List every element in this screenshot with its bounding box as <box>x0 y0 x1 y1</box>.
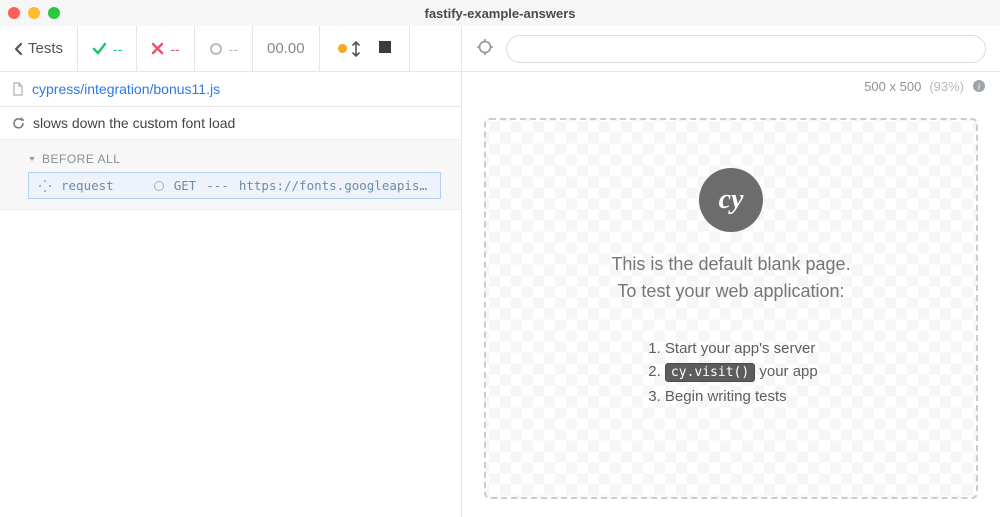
blank-page-line1: This is the default blank page. <box>611 254 850 275</box>
check-icon <box>92 41 107 56</box>
spinner-icon <box>39 180 51 192</box>
dot-icon <box>338 44 347 53</box>
passed-value: -- <box>113 41 122 57</box>
back-to-tests-button[interactable]: Tests <box>0 26 78 71</box>
traffic-lights <box>8 7 60 19</box>
test-runner-pane: Tests -- -- -- 00.00 <box>0 26 462 517</box>
info-icon: i <box>972 79 986 93</box>
command-url: https://fonts.googleapis… <box>239 178 427 193</box>
code-pill: cy.visit() <box>665 363 755 382</box>
caret-down-icon <box>28 155 36 163</box>
minimize-window-button[interactable] <box>28 7 40 19</box>
autoscroll-toggle[interactable] <box>338 41 361 57</box>
spec-file-row[interactable]: cypress/integration/bonus11.js <box>0 72 461 107</box>
test-title: slows down the custom font load <box>33 115 235 131</box>
back-label: Tests <box>28 40 63 57</box>
failed-value: -- <box>170 41 179 57</box>
passed-count: -- <box>78 26 137 71</box>
command-row-request[interactable]: request GET --- https://fonts.googleapis… <box>28 172 441 199</box>
selector-playground-button[interactable] <box>476 38 494 59</box>
stop-icon <box>379 41 391 53</box>
circle-icon <box>154 181 164 191</box>
arrows-vertical-icon <box>351 41 361 57</box>
step-2: cy.visit() your app <box>648 363 818 382</box>
refresh-icon <box>12 117 25 130</box>
crosshair-icon <box>476 38 494 56</box>
stop-button[interactable] <box>379 41 391 56</box>
window-titlebar: fastify-example-answers <box>0 0 1000 26</box>
window-title: fastify-example-answers <box>8 6 992 21</box>
command-name: request <box>61 178 114 193</box>
failed-count: -- <box>137 26 194 71</box>
preview-area: cy This is the default blank page. To te… <box>462 100 1000 517</box>
blank-page-placeholder: cy This is the default blank page. To te… <box>484 118 978 499</box>
test-duration: 00.00 <box>253 26 320 71</box>
hook-before-all[interactable]: BEFORE ALL <box>0 144 461 172</box>
app-preview-pane: 500 x 500 (93%) i cy This is the default… <box>462 26 1000 517</box>
pending-value: -- <box>229 41 238 57</box>
file-icon <box>12 82 24 96</box>
hook-label: BEFORE ALL <box>42 152 120 166</box>
x-icon <box>151 42 164 55</box>
close-window-button[interactable] <box>8 7 20 19</box>
runner-toolbar: Tests -- -- -- 00.00 <box>0 26 461 72</box>
chevron-left-icon <box>14 42 24 56</box>
circle-icon <box>209 42 223 56</box>
url-input[interactable] <box>506 35 986 63</box>
viewport-scale: (93%) <box>929 79 964 94</box>
command-dash: --- <box>206 178 229 193</box>
maximize-window-button[interactable] <box>48 7 60 19</box>
viewport-size: 500 x 500 <box>864 79 921 94</box>
preview-toolbar <box>462 26 1000 72</box>
cypress-logo-icon: cy <box>699 168 763 232</box>
test-title-row[interactable]: slows down the custom font load <box>0 107 461 140</box>
command-method: GET <box>174 178 197 193</box>
viewport-info[interactable]: 500 x 500 (93%) i <box>462 72 1000 100</box>
blank-page-steps: Start your app's server cy.visit() your … <box>644 334 818 411</box>
spec-file-path: cypress/integration/bonus11.js <box>32 81 220 97</box>
hook-section: BEFORE ALL request GET --- https://fonts… <box>0 140 461 210</box>
step-2-rest: your app <box>755 363 818 380</box>
blank-page-line2: To test your web application: <box>617 281 844 302</box>
pending-count: -- <box>195 26 253 71</box>
step-1: Start your app's server <box>648 340 818 357</box>
step-3: Begin writing tests <box>648 388 818 405</box>
